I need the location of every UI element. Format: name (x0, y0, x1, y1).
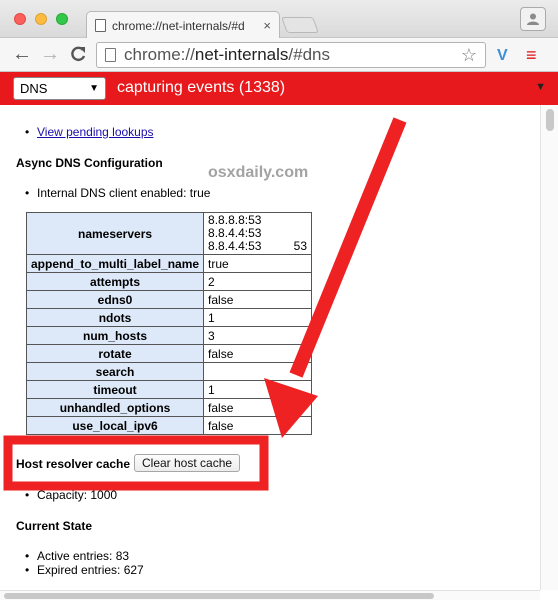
horizontal-scrollbar[interactable] (0, 590, 540, 600)
cache-capacity: Capacity: 1000 (25, 488, 117, 502)
host-resolver-cache-heading: Host resolver cache (16, 457, 131, 471)
table-value: false (203, 344, 312, 363)
table-value: 8.8.8.8:53 8.8.4.4:53 8.8.4.4:53 53 (203, 212, 312, 255)
capture-status: capturing events (1338) (117, 79, 286, 96)
async-dns-heading: Async DNS Configuration (16, 156, 163, 170)
person-icon[interactable] (520, 7, 546, 31)
internal-dns-status: Internal DNS client enabled: true (25, 186, 210, 200)
dns-config-table: nameservers 8.8.8.8:53 8.8.4.4:53 8.8.4.… (25, 212, 312, 435)
net-internals-status-bar: DNS ▼ capturing events (1338) ▼ (0, 72, 558, 105)
table-value: false (203, 290, 312, 309)
tab-close-icon[interactable]: × (263, 18, 271, 33)
table-value: false (203, 398, 312, 417)
table-row: nameservers 8.8.8.8:53 8.8.4.4:53 8.8.4.… (25, 212, 312, 255)
scrollbar-thumb[interactable] (546, 109, 554, 131)
table-row: search (25, 362, 312, 381)
browser-toolbar: ← → chrome://net-internals/#dns ☆ V ≡ (0, 38, 558, 72)
table-row: use_local_ipv6 false (25, 416, 312, 435)
nameserver: 8.8.4.4:53 (208, 239, 262, 253)
tab-title: chrome://net-internals/#d (112, 18, 245, 33)
tab-net-internals[interactable]: chrome://net-internals/#d × (86, 11, 280, 39)
active-entries: Active entries: 83 (25, 549, 129, 563)
close-window-button[interactable] (14, 13, 26, 25)
table-key: nameservers (25, 212, 205, 255)
table-key: use_local_ipv6 (25, 416, 205, 435)
address-bar[interactable]: chrome://net-internals/#dns ☆ (96, 42, 486, 68)
table-row: num_hosts 3 (25, 326, 312, 345)
table-row: rotate false (25, 344, 312, 363)
page-icon (95, 19, 106, 32)
table-value: 2 (203, 272, 312, 291)
reload-icon[interactable] (69, 43, 87, 70)
table-key: ndots (25, 308, 205, 327)
menu-icon[interactable]: ≡ (526, 45, 537, 66)
status-menu-icon[interactable]: ▼ (535, 81, 546, 93)
scrollbar-thumb[interactable] (4, 593, 434, 599)
table-key: attempts (25, 272, 205, 291)
table-key: search (25, 362, 205, 381)
back-arrow-icon[interactable]: ← (12, 43, 32, 65)
table-value: false (203, 416, 312, 435)
watermark: osxdaily.com (208, 164, 309, 181)
table-value: true (203, 254, 312, 273)
table-row: edns0 false (25, 290, 312, 309)
table-value: 1 (203, 308, 312, 327)
table-row: ndots 1 (25, 308, 312, 327)
table-row: append_to_multi_label_name true (25, 254, 312, 273)
table-key: timeout (25, 380, 205, 399)
url-text: chrome://net-internals/#dns (124, 45, 331, 64)
zoom-window-button[interactable] (56, 13, 68, 25)
view-pending-lookups-link[interactable]: View pending lookups (37, 125, 154, 139)
nameserver-extra: 53 (293, 239, 307, 253)
clear-host-cache-button[interactable]: Clear host cache (134, 454, 241, 472)
table-row: unhandled_options false (25, 398, 312, 417)
chevron-down-icon: ▼ (89, 83, 99, 94)
minimize-window-button[interactable] (35, 13, 47, 25)
vertical-scrollbar[interactable] (540, 105, 558, 590)
table-key: append_to_multi_label_name (25, 254, 205, 273)
list-item: View pending lookups (25, 125, 154, 139)
current-state-heading: Current State (16, 519, 93, 533)
table-key: edns0 (25, 290, 205, 309)
page-content: View pending lookups Async DNS Configura… (0, 105, 540, 590)
table-key: num_hosts (25, 326, 205, 345)
new-tab-button[interactable] (281, 17, 319, 33)
bookmark-star-icon[interactable]: ☆ (461, 45, 477, 66)
forward-arrow-icon[interactable]: → (40, 43, 60, 65)
table-value (203, 362, 312, 381)
extension-icon[interactable]: V (497, 47, 508, 65)
page-icon (105, 48, 116, 62)
table-row: attempts 2 (25, 272, 312, 291)
table-value: 1 (203, 380, 312, 399)
view-selector-value: DNS (20, 81, 48, 96)
table-key: unhandled_options (25, 398, 205, 417)
table-value: 3 (203, 326, 312, 345)
table-row: timeout 1 (25, 380, 312, 399)
expired-entries: Expired entries: 627 (25, 563, 144, 577)
table-key: rotate (25, 344, 205, 363)
view-selector[interactable]: DNS ▼ (13, 77, 106, 100)
title-bar: chrome://net-internals/#d × (0, 0, 558, 39)
